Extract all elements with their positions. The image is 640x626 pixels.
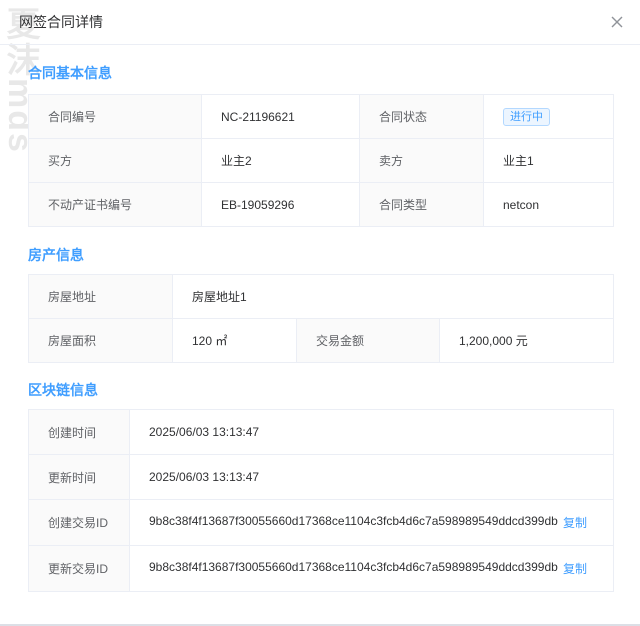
table-row: 房屋面积 120 ㎡ 交易金额 1,200,000 元 [28, 318, 615, 363]
seller-label: 卖方 [359, 138, 484, 183]
update-tx-cell: 9b8c38f4f13687f30055660d17368ce1104c3fcb… [129, 545, 614, 592]
table-row: 更新交易ID 9b8c38f4f13687f30055660d17368ce11… [28, 545, 614, 592]
basic-info-table: 合同编号 NC-21196621 合同状态 进行中 买方 业主2 卖方 业主1 … [28, 94, 614, 227]
created-label: 创建时间 [28, 409, 130, 455]
cert-value: EB-19059296 [201, 182, 360, 227]
create-tx-label: 创建交易ID [28, 499, 130, 546]
section-title-chain: 区块链信息 [28, 382, 98, 398]
buyer-value: 业主2 [201, 138, 360, 183]
type-value: netcon [483, 182, 614, 227]
amount-label: 交易金额 [296, 318, 440, 363]
contract-detail-dialog: 夏沫mds 网签合同详情 合同基本信息 合同编号 NC-21196621 合同状… [0, 0, 640, 626]
area-value: 120 ㎡ [172, 318, 297, 363]
table-row: 买方 业主2 卖方 业主1 [28, 138, 614, 183]
section-title-basic: 合同基本信息 [28, 65, 112, 81]
create-tx-value: 9b8c38f4f13687f30055660d17368ce1104c3fcb… [149, 514, 558, 528]
cert-label: 不动产证书编号 [28, 182, 202, 227]
created-value: 2025/06/03 13:13:47 [129, 409, 614, 455]
property-info-table: 房屋地址 房屋地址1 房屋面积 120 ㎡ 交易金额 1,200,000 元 [28, 274, 615, 363]
status-cell: 进行中 [483, 94, 614, 139]
status-badge: 进行中 [503, 107, 550, 126]
address-value: 房屋地址1 [171, 274, 615, 319]
type-label: 合同类型 [359, 182, 484, 227]
table-row: 创建时间 2025/06/03 13:13:47 [28, 409, 614, 455]
table-row: 房屋地址 房屋地址1 [28, 274, 615, 319]
status-label: 合同状态 [359, 94, 484, 139]
contract-no-label: 合同编号 [28, 94, 202, 139]
address-label: 房屋地址 [28, 274, 173, 319]
dialog-header: 网签合同详情 [0, 0, 640, 45]
update-tx-value: 9b8c38f4f13687f30055660d17368ce1104c3fcb… [149, 560, 558, 574]
updated-label: 更新时间 [28, 454, 130, 500]
updated-value: 2025/06/03 13:13:47 [129, 454, 614, 500]
table-row: 更新时间 2025/06/03 13:13:47 [28, 454, 614, 500]
copy-create-tx-button[interactable]: 复制 [563, 514, 587, 531]
create-tx-cell: 9b8c38f4f13687f30055660d17368ce1104c3fcb… [129, 499, 614, 546]
contract-no-value: NC-21196621 [201, 94, 360, 139]
table-row: 不动产证书编号 EB-19059296 合同类型 netcon [28, 182, 614, 227]
dialog-title: 网签合同详情 [19, 14, 103, 30]
seller-value: 业主1 [483, 138, 614, 183]
amount-value: 1,200,000 元 [438, 318, 615, 363]
table-row: 合同编号 NC-21196621 合同状态 进行中 [28, 94, 614, 139]
area-label: 房屋面积 [28, 318, 173, 363]
section-title-property: 房产信息 [28, 247, 84, 263]
buyer-label: 买方 [28, 138, 202, 183]
update-tx-label: 更新交易ID [28, 545, 130, 592]
table-row: 创建交易ID 9b8c38f4f13687f30055660d17368ce11… [28, 499, 614, 546]
close-icon[interactable] [608, 13, 626, 31]
chain-info-table: 创建时间 2025/06/03 13:13:47 更新时间 2025/06/03… [28, 409, 614, 592]
copy-update-tx-button[interactable]: 复制 [563, 560, 587, 577]
